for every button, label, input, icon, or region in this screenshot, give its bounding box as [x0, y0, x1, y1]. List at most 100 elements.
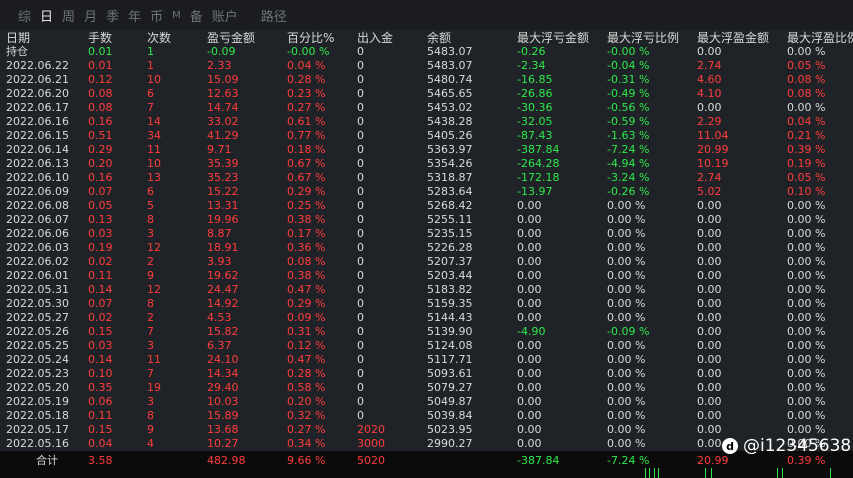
- cell-mflp: -4.94 %: [607, 157, 650, 170]
- volume-ticks: [645, 468, 845, 478]
- table-row[interactable]: 2022.05.18 0.11 8 15.89 0.32 % 0 5039.84 0.00 0.…: [0, 409, 853, 423]
- cell-lots: 0.08: [88, 101, 113, 114]
- cell-lots: 0.07: [88, 185, 113, 198]
- table-row[interactable]: 2022.05.17 0.15 9 13.68 0.27 % 2020 5023.95 0.0…: [0, 423, 853, 437]
- table-row[interactable]: 2022.06.01 0.11 9 19.62 0.38 % 0 5203.44 0.00 0.…: [0, 269, 853, 283]
- tab-2[interactable]: 周: [62, 6, 75, 25]
- cell-bal: 5117.71: [427, 353, 473, 366]
- tab-1[interactable]: 日: [40, 6, 53, 25]
- cell-date: 2022.05.19: [6, 395, 69, 408]
- cell-mflp: 0.00 %: [607, 353, 646, 366]
- tab-0[interactable]: 综: [18, 6, 31, 25]
- cell-mfp: 0.00: [697, 409, 722, 422]
- table-row[interactable]: 持仓 0.01 1 -0.09 -0.00 % 0 5483.07 -0.26 -0.00 % 0…: [0, 45, 853, 59]
- cell-count: 12: [147, 283, 161, 296]
- table-row[interactable]: 2022.06.13 0.20 10 35.39 0.67 % 0 5354.26 -264.…: [0, 157, 853, 171]
- cell-pnl: 19.96: [207, 213, 239, 226]
- cell-lots: 0.10: [88, 367, 113, 380]
- cell-count: 11: [147, 143, 161, 156]
- table-row[interactable]: 2022.05.19 0.06 3 10.03 0.20 % 0 5049.87 0.00 0.…: [0, 395, 853, 409]
- cell-mfp: 20.99: [697, 143, 729, 156]
- cell-flow: 0: [357, 101, 364, 114]
- cell-pnl: 15.82: [207, 325, 239, 338]
- cell-flow: 0: [357, 353, 364, 366]
- cell-pnl: 15.89: [207, 409, 239, 422]
- cell-flow: 3000: [357, 437, 385, 450]
- cell-mflp: 0.00 %: [607, 395, 646, 408]
- tab-6[interactable]: 币: [150, 6, 163, 25]
- cell-lots: 0.07: [88, 297, 113, 310]
- table-row[interactable]: 2022.06.06 0.03 3 8.87 0.17 % 0 5235.15 0.00 0.0…: [0, 227, 853, 241]
- table-row[interactable]: 2022.05.26 0.15 7 15.82 0.31 % 0 5139.90 -4.90 -…: [0, 325, 853, 339]
- cell-mfpp: 0.00 %: [787, 269, 826, 282]
- table-row[interactable]: 2022.06.09 0.07 6 15.22 0.29 % 0 5283.64 -13.97…: [0, 185, 853, 199]
- table-row[interactable]: 2022.06.15 0.51 34 41.29 0.77 % 0 5405.26 -87.4…: [0, 129, 853, 143]
- cell-date: 2022.05.25: [6, 339, 69, 352]
- cell-pct: 0.28 %: [287, 73, 326, 86]
- tab-7[interactable]: M: [172, 10, 181, 21]
- table-row[interactable]: 2022.06.17 0.08 7 14.74 0.27 % 0 5453.02 -30.36…: [0, 101, 853, 115]
- cell-mflp: 0.00 %: [607, 213, 646, 226]
- cell-mfp: 4.10: [697, 87, 722, 100]
- cell-pnl: 6.37: [207, 339, 232, 352]
- column-header[interactable]: 盈亏金额: [207, 31, 255, 45]
- column-header[interactable]: 最大浮亏比例: [607, 31, 679, 45]
- tab-8[interactable]: 备: [190, 6, 203, 25]
- table-row[interactable]: 2022.06.10 0.16 13 35.23 0.67 % 0 5318.87 -172.…: [0, 171, 853, 185]
- table-row[interactable]: 2022.05.25 0.03 3 6.37 0.12 % 0 5124.08 0.00 0.0…: [0, 339, 853, 353]
- column-header[interactable]: 最大浮盈金额: [697, 31, 769, 45]
- period-tab-bar: 综日周月季年币 M 备账户 路径: [0, 0, 853, 30]
- tab-9[interactable]: 账户: [212, 6, 238, 25]
- cell-mfpp: 0.00 %: [787, 409, 826, 422]
- table-header: 日期 手数 次数 盈亏金额 百分比% 出入金 余额 最大浮亏金额 最大浮亏比例 最大浮盈金额 最大浮…: [0, 31, 853, 45]
- cell-mfl: -32.05: [517, 115, 553, 128]
- cell-mfp: 11.04: [697, 129, 729, 142]
- volume-tick: [830, 468, 831, 478]
- cell-count: 1: [147, 59, 154, 72]
- table-row[interactable]: 2022.06.21 0.12 10 15.09 0.28 % 0 5480.74 -16.8…: [0, 73, 853, 87]
- column-header[interactable]: 余额: [427, 31, 451, 45]
- column-header[interactable]: 百分比%: [287, 31, 334, 45]
- column-header[interactable]: 最大浮盈比例: [787, 31, 853, 45]
- table-row[interactable]: 2022.05.24 0.14 11 24.10 0.47 % 0 5117.71 0.00 0…: [0, 353, 853, 367]
- cell-flow: 0: [357, 45, 364, 58]
- column-header[interactable]: 最大浮亏金额: [517, 31, 589, 45]
- cell-mfl: 0.00: [517, 339, 542, 352]
- cell-mfl: -26.86: [517, 87, 553, 100]
- table-row[interactable]: 2022.06.14 0.29 11 9.71 0.18 % 0 5363.97 -387.8…: [0, 143, 853, 157]
- cell-mflp: -1.63 %: [607, 129, 650, 142]
- table-row[interactable]: 2022.05.27 0.02 2 4.53 0.09 % 0 5144.43 0.00 0.0…: [0, 311, 853, 325]
- cell-pnl: 10.03: [207, 395, 239, 408]
- tab-4[interactable]: 季: [106, 6, 119, 25]
- cell-pnl: 13.31: [207, 199, 239, 212]
- table-row[interactable]: 2022.06.02 0.02 2 3.93 0.08 % 0 5207.37 0.00 0.0…: [0, 255, 853, 269]
- column-header[interactable]: 次数: [147, 31, 171, 45]
- table-row[interactable]: 2022.05.31 0.14 12 24.47 0.47 % 0 5183.82 0.00 0…: [0, 283, 853, 297]
- tab-3[interactable]: 月: [84, 6, 97, 25]
- column-header[interactable]: 手数: [88, 31, 112, 45]
- volume-tick: [645, 468, 646, 478]
- tab-5[interactable]: 年: [128, 6, 141, 25]
- cell-flow: 0: [357, 115, 364, 128]
- table-row[interactable]: 2022.05.30 0.07 8 14.92 0.29 % 0 5159.35 0.00 0.…: [0, 297, 853, 311]
- table-row[interactable]: 2022.06.16 0.16 14 33.02 0.61 % 0 5438.28 -32.0…: [0, 115, 853, 129]
- cell-date: 2022.05.26: [6, 325, 69, 338]
- cell-mfl: -30.36: [517, 101, 553, 114]
- cell-pnl: 12.63: [207, 87, 239, 100]
- cell-date: 2022.06.02: [6, 255, 69, 268]
- table-row[interactable]: 2022.06.08 0.05 5 13.31 0.25 % 0 5268.42 0.00 0.…: [0, 199, 853, 213]
- cell-mfp: 0.00: [697, 423, 722, 436]
- table-row[interactable]: 2022.05.23 0.10 7 14.34 0.28 % 0 5093.61 0.00 0.…: [0, 367, 853, 381]
- cell-mfp: 2.29: [697, 115, 722, 128]
- table-row[interactable]: 2022.06.03 0.19 12 18.91 0.36 % 0 5226.28 0.00 0…: [0, 241, 853, 255]
- column-header[interactable]: 出入金: [357, 31, 393, 45]
- table-row[interactable]: 2022.06.20 0.08 6 12.63 0.23 % 0 5465.65 -26.86…: [0, 87, 853, 101]
- cell-count: 4: [147, 437, 154, 450]
- volume-tick: [711, 468, 712, 478]
- tab-10[interactable]: 路径: [261, 6, 287, 25]
- table-row[interactable]: 2022.05.20 0.35 19 29.40 0.58 % 0 5079.27 0.00 0…: [0, 381, 853, 395]
- column-header[interactable]: 日期: [6, 31, 30, 45]
- table-row[interactable]: 2022.06.22 0.01 1 2.33 0.04 % 0 5483.07 -2.34 -0…: [0, 59, 853, 73]
- cell-count: 10: [147, 73, 161, 86]
- table-row[interactable]: 2022.06.07 0.13 8 19.96 0.38 % 0 5255.11 0.00 0.…: [0, 213, 853, 227]
